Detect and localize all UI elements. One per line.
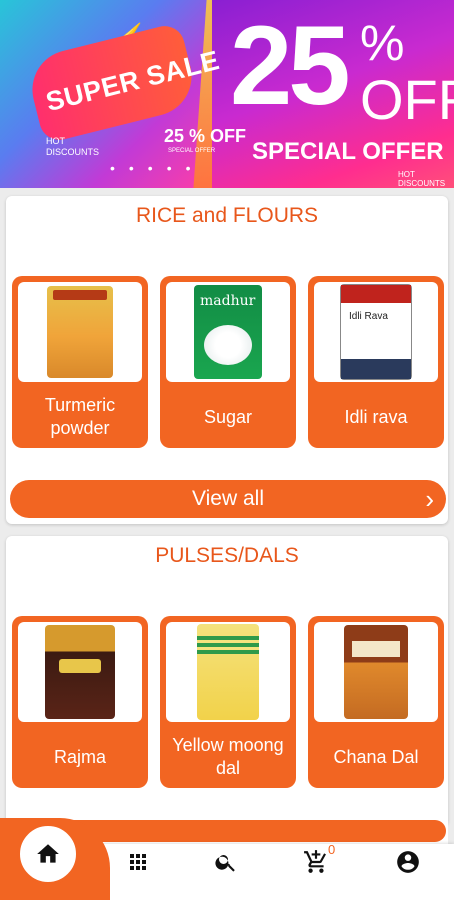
category-card-pulses-dals: PULSES/DALS Rajma Yellow moong dal Chana…	[6, 536, 448, 826]
add-cart-icon	[304, 850, 326, 873]
home-icon	[37, 844, 59, 863]
percent-sign: %	[360, 15, 405, 71]
product-tile[interactable]: Turmeric powder	[12, 276, 148, 448]
product-tile[interactable]: Yellow moong dal	[160, 616, 296, 788]
sugar-pack-image: madhur	[194, 285, 262, 379]
category-title: RICE and FLOURS	[135, 204, 319, 227]
product-image	[166, 622, 290, 722]
chevron-right-icon: ›	[425, 484, 434, 514]
moong-dal-pack-image	[197, 624, 259, 720]
hot-discounts-right-text: HOT DISCOUNTS	[398, 170, 446, 188]
category-title: PULSES/DALS	[155, 544, 299, 567]
pack-label: Idli Rava	[349, 311, 388, 322]
product-image	[18, 282, 142, 382]
product-image: madhur	[166, 282, 290, 382]
mini-off-text: 25 % OFF	[164, 126, 247, 146]
special-offer-text: SPECIAL OFFER	[252, 138, 444, 165]
idli-rava-pack-image: Idli Rava	[340, 284, 412, 380]
turmeric-pack-image	[47, 286, 113, 378]
view-all-button[interactable]: View all ›	[10, 480, 446, 518]
product-name: Chana Dal	[333, 746, 419, 767]
hot-discounts-text: HOT DISCOUNTS	[46, 136, 100, 157]
search-icon	[215, 855, 235, 872]
product-name: Rajma	[53, 746, 106, 767]
product-tile[interactable]: madhur Sugar	[160, 276, 296, 448]
product-tile[interactable]: Rajma	[12, 616, 148, 788]
rajma-pack-image	[45, 625, 115, 719]
account-icon	[397, 851, 419, 873]
product-tile[interactable]: Idli Rava Idli rava	[308, 276, 444, 448]
product-image	[18, 622, 142, 722]
product-image	[314, 622, 438, 722]
nav-search-button[interactable]	[206, 848, 246, 876]
banner-dots: •••••	[110, 160, 205, 176]
chana-dal-pack-image	[344, 625, 408, 719]
nav-account-button[interactable]	[388, 848, 428, 876]
category-card-rice-flours: RICE and FLOURS Turmeric powder madhur S…	[6, 196, 448, 524]
product-image: Idli Rava	[314, 282, 438, 382]
product-name: Yellow moong dal	[172, 735, 284, 778]
cart-count-badge: 0	[328, 842, 336, 857]
grid-icon	[130, 854, 146, 870]
off-text: OFF	[360, 68, 454, 131]
product-name: Sugar	[203, 406, 253, 427]
nav-home-button[interactable]	[17, 823, 79, 885]
view-all-label: View all	[192, 487, 264, 510]
product-name: Turmeric powder	[44, 395, 116, 438]
product-name: Idli rava	[344, 406, 408, 427]
pack-brand: madhur	[200, 293, 256, 309]
discount-number: 25	[230, 3, 351, 128]
mini-special-text: SPECIAL OFFER	[168, 148, 216, 154]
nav-categories-button[interactable]	[118, 848, 158, 876]
promo-banner[interactable]: ⚡ SUPER SALE HOT DISCOUNTS 25 % OFF SPEC…	[0, 0, 454, 188]
product-tile[interactable]: Chana Dal	[308, 616, 444, 788]
